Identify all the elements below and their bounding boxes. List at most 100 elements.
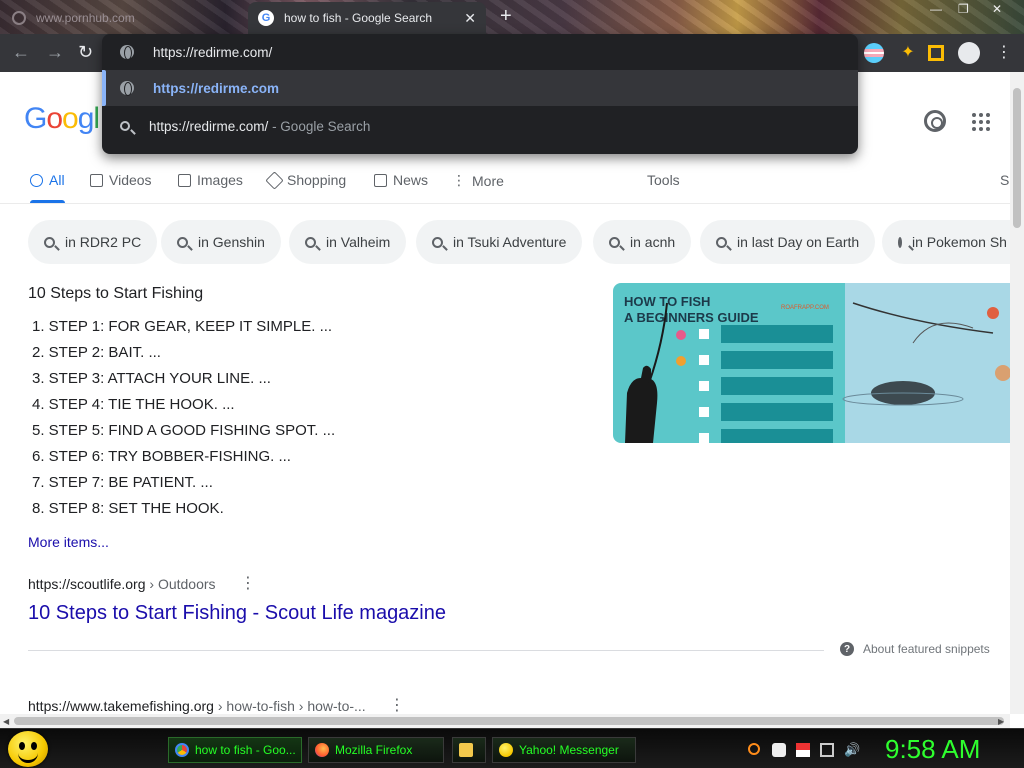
tools-button[interactable]: Tools xyxy=(647,172,680,188)
search-icon xyxy=(120,121,130,131)
more-items-link[interactable]: More items... xyxy=(28,534,109,550)
forward-button[interactable]: → xyxy=(46,42,64,62)
result-citation[interactable]: https://www.takemefishing.org › how-to-f… xyxy=(28,698,366,714)
result-menu-icon[interactable]: ⋮ xyxy=(389,698,405,714)
folder-icon xyxy=(459,743,473,757)
close-icon[interactable]: ✕ xyxy=(464,10,476,27)
profile-flag-icon[interactable] xyxy=(864,43,884,63)
scroll-right-arrow-icon[interactable]: ▶ xyxy=(998,717,1004,726)
taskbar: how to fish - Goo... Mozilla Firefox Yah… xyxy=(0,728,1024,768)
result-breadcrumb: › Outdoors xyxy=(145,576,216,592)
google-favicon-icon: G xyxy=(258,10,274,26)
search-icon xyxy=(44,236,55,248)
task-label: Yahoo! Messenger xyxy=(519,743,619,757)
tab-title: how to fish - Google Search xyxy=(284,11,433,25)
list-item: 3. STEP 3: ATTACH YOUR LINE. ... xyxy=(32,370,271,387)
omnibox-suggestion-url[interactable]: https://redirme.com xyxy=(102,70,858,106)
search-icon xyxy=(898,236,902,248)
search-icon xyxy=(716,236,727,248)
tab-label: Videos xyxy=(109,172,152,188)
tab-videos[interactable]: Videos xyxy=(90,172,152,188)
chip-label: in Pokemon Sh xyxy=(912,234,1007,250)
tab-label: All xyxy=(49,172,65,188)
task-label: Mozilla Firefox xyxy=(335,743,413,757)
task-folder[interactable] xyxy=(452,737,486,763)
account-avatar-icon[interactable] xyxy=(958,42,980,64)
start-smiley-button[interactable] xyxy=(8,731,48,767)
back-button[interactable]: ← xyxy=(12,42,30,62)
chip-acnh[interactable]: in acnh xyxy=(593,220,692,264)
minimize-button[interactable]: — xyxy=(930,2,942,16)
sidepanel-icon[interactable] xyxy=(928,45,944,61)
search-tray-icon[interactable] xyxy=(748,743,760,755)
chip-label: in Tsuki Adventure xyxy=(453,234,567,250)
tab-all[interactable]: All xyxy=(30,172,65,203)
settings-gear-icon[interactable] xyxy=(924,110,946,132)
divider xyxy=(28,650,824,651)
list-item: 6. STEP 6: TRY BOBBER-FISHING. ... xyxy=(32,448,291,465)
address-bar[interactable]: https://redirme.com/ xyxy=(102,34,858,70)
chip-pokemon[interactable]: in Pokemon Sh xyxy=(882,220,1010,264)
clock[interactable]: 9:58 AM xyxy=(885,734,980,765)
about-featured-snippets[interactable]: ? About featured snippets xyxy=(840,642,990,656)
result-menu-icon[interactable]: ⋮ xyxy=(240,576,256,592)
tag-icon xyxy=(265,170,284,190)
search-icon xyxy=(432,236,443,248)
network-tray-icon[interactable] xyxy=(772,743,786,757)
tab-more[interactable]: ⋮ More xyxy=(452,172,504,189)
tab-shopping[interactable]: Shopping xyxy=(265,170,346,190)
chip-tsuki[interactable]: in Tsuki Adventure xyxy=(416,220,583,264)
extensions-icon[interactable]: ✦ xyxy=(898,43,918,63)
flag-tray-icon[interactable] xyxy=(796,743,810,757)
search-tabs: All Videos Images Shopping News ⋮ More T… xyxy=(0,170,1010,204)
scroll-thumb[interactable] xyxy=(14,717,1004,725)
chip-label: in RDR2 PC xyxy=(65,234,142,250)
new-tab-button[interactable]: + xyxy=(500,6,512,26)
address-input[interactable]: https://redirme.com/ xyxy=(153,45,272,60)
tab-inactive[interactable]: www.pornhub.com xyxy=(12,6,244,30)
google-logo[interactable]: Googl xyxy=(24,102,100,136)
result-citation[interactable]: https://scoutlife.org › Outdoors xyxy=(28,576,216,592)
scroll-thumb[interactable] xyxy=(1013,88,1021,228)
chip-label: in acnh xyxy=(630,234,676,250)
snippet-steps: 1. STEP 1: FOR GEAR, KEEP IT SIMPLE. ...… xyxy=(32,318,335,526)
tools-label: Tools xyxy=(647,172,680,188)
chip-label: in last Day on Earth xyxy=(737,234,860,250)
search-icon xyxy=(609,236,620,248)
volume-icon[interactable]: 🔊 xyxy=(844,743,860,757)
omnibox-suggestion-search[interactable]: https://redirme.com/ - Google Search xyxy=(102,108,858,144)
tab-images[interactable]: Images xyxy=(178,172,243,188)
menu-kebab-icon[interactable]: ⋮ xyxy=(996,43,1012,63)
chip-last-day[interactable]: in last Day on Earth xyxy=(700,220,876,264)
task-yahoo-messenger[interactable]: Yahoo! Messenger xyxy=(492,737,636,763)
snippet-image[interactable]: HOW TO FISH A BEGINNERS GUIDE ROAFRAPP.C… xyxy=(613,283,1010,443)
vertical-scrollbar[interactable] xyxy=(1010,72,1024,714)
scroll-left-arrow-icon[interactable]: ◀ xyxy=(3,717,9,726)
tab-strip: www.pornhub.com G how to fish - Google S… xyxy=(0,0,1024,34)
tab-title: www.pornhub.com xyxy=(36,11,135,25)
safesearch-link[interactable]: S xyxy=(1000,172,1009,188)
suggestion-query: https://redirme.com/ xyxy=(149,118,269,134)
search-icon xyxy=(305,236,316,248)
task-chrome[interactable]: how to fish - Goo... xyxy=(168,737,302,763)
list-item: 5. STEP 5: FIND A GOOD FISHING SPOT. ... xyxy=(32,422,336,439)
apps-grid-icon[interactable] xyxy=(972,113,990,131)
tab-active[interactable]: G how to fish - Google Search ✕ xyxy=(248,2,486,34)
maximize-button[interactable]: ❐ xyxy=(958,2,969,16)
list-item: 4. STEP 4: TIE THE HOOK. ... xyxy=(32,396,235,413)
about-label: About featured snippets xyxy=(863,642,990,656)
fishing-guide-image: HOW TO FISH A BEGINNERS GUIDE ROAFRAPP.C… xyxy=(613,283,1010,443)
task-firefox[interactable]: Mozilla Firefox xyxy=(308,737,444,763)
result-title-link[interactable]: 10 Steps to Start Fishing - Scout Life m… xyxy=(28,602,446,625)
close-window-button[interactable]: ✕ xyxy=(992,2,1002,16)
chip-rdr2[interactable]: in RDR2 PC xyxy=(28,220,158,264)
horizontal-scrollbar[interactable]: ◀ ▶ xyxy=(0,714,1010,728)
chip-valheim[interactable]: in Valheim xyxy=(289,220,407,264)
chip-genshin[interactable]: in Genshin xyxy=(161,220,281,264)
snippet-title: 10 Steps to Start Fishing xyxy=(28,285,204,302)
yahoo-smiley-icon xyxy=(499,743,513,757)
globe-icon xyxy=(120,81,134,96)
display-tray-icon[interactable] xyxy=(820,743,834,757)
tab-news[interactable]: News xyxy=(374,172,428,188)
reload-button[interactable]: ↻ xyxy=(78,42,93,62)
